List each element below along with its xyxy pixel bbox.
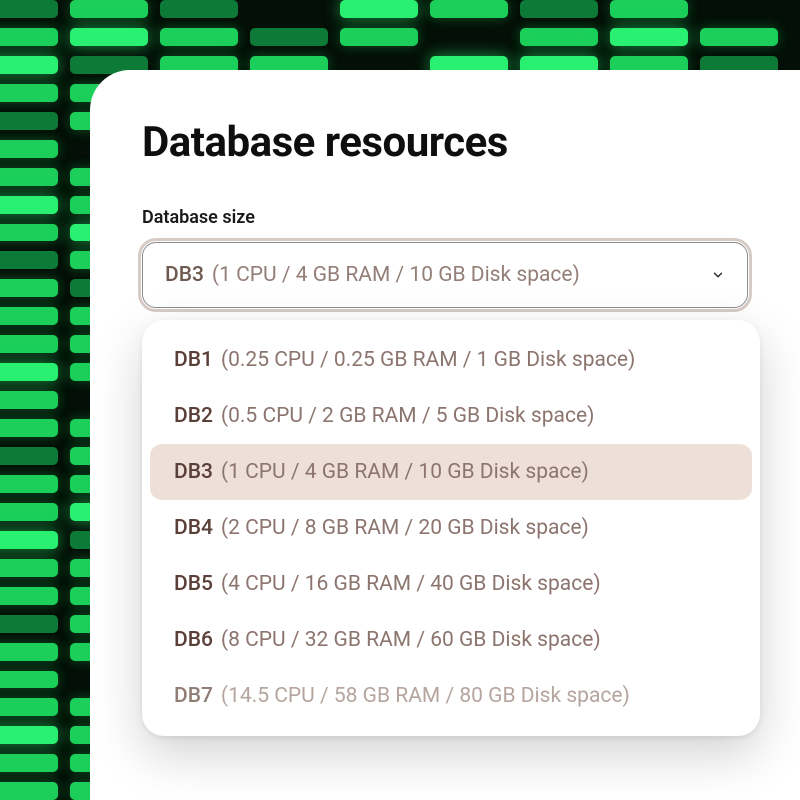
chevron-down-icon <box>711 268 725 282</box>
option-name: DB2 <box>174 404 213 428</box>
database-size-select: DB3 (1 CPU / 4 GB RAM / 10 GB Disk space… <box>142 242 748 308</box>
database-size-option[interactable]: DB5 (4 CPU / 16 GB RAM / 40 GB Disk space… <box>150 556 752 612</box>
page-title: Database resources <box>142 118 748 167</box>
database-size-option[interactable]: DB3 (1 CPU / 4 GB RAM / 10 GB Disk space) <box>150 444 752 500</box>
database-size-option[interactable]: DB6 (8 CPU / 32 GB RAM / 60 GB Disk space… <box>150 612 752 668</box>
option-spec: (8 CPU / 32 GB RAM / 60 GB Disk space) <box>221 628 601 652</box>
option-spec: (1 CPU / 4 GB RAM / 10 GB Disk space) <box>221 460 589 484</box>
selected-option-name: DB3 <box>165 265 204 286</box>
database-size-label: Database size <box>142 207 748 228</box>
database-size-trigger[interactable]: DB3 (1 CPU / 4 GB RAM / 10 GB Disk space… <box>142 242 748 308</box>
database-size-option[interactable]: DB7 (14.5 CPU / 58 GB RAM / 80 GB Disk sp… <box>150 668 752 724</box>
option-spec: (2 CPU / 8 GB RAM / 20 GB Disk space) <box>221 516 589 540</box>
option-name: DB1 <box>174 348 213 372</box>
option-spec: (4 CPU / 16 GB RAM / 40 GB Disk space) <box>221 572 601 596</box>
option-name: DB5 <box>174 572 213 596</box>
option-name: DB3 <box>174 460 213 484</box>
option-name: DB7 <box>174 684 213 708</box>
settings-panel: Database resources Database size DB3 (1 … <box>90 70 800 800</box>
selected-option-spec: (1 CPU / 4 GB RAM / 10 GB Disk space) <box>212 265 580 286</box>
option-spec: (0.25 CPU / 0.25 GB RAM / 1 GB Disk spac… <box>221 348 635 372</box>
database-size-option[interactable]: DB1 (0.25 CPU / 0.25 GB RAM / 1 GB Disk s… <box>150 332 752 388</box>
option-name: DB4 <box>174 516 213 540</box>
database-size-option[interactable]: DB2 (0.5 CPU / 2 GB RAM / 5 GB Disk space… <box>150 388 752 444</box>
database-size-option[interactable]: DB4 (2 CPU / 8 GB RAM / 20 GB Disk space) <box>150 500 752 556</box>
database-size-dropdown: DB1 (0.25 CPU / 0.25 GB RAM / 1 GB Disk s… <box>142 320 760 736</box>
option-name: DB6 <box>174 628 213 652</box>
database-size-selected-value: DB3 (1 CPU / 4 GB RAM / 10 GB Disk space… <box>165 265 580 286</box>
option-spec: (14.5 CPU / 58 GB RAM / 80 GB Disk space… <box>221 684 630 708</box>
option-spec: (0.5 CPU / 2 GB RAM / 5 GB Disk space) <box>221 404 595 428</box>
